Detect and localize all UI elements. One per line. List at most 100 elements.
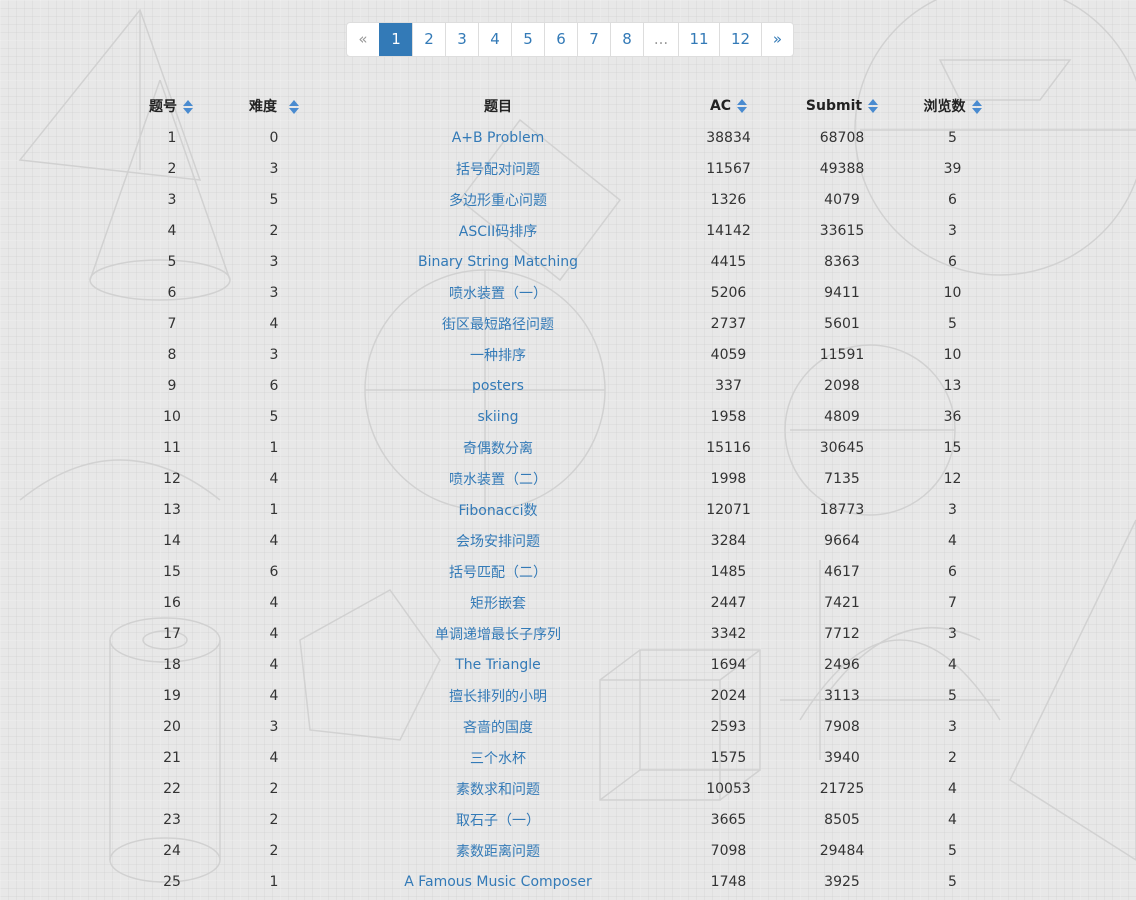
- problem-title-link[interactable]: A Famous Music Composer: [404, 874, 592, 890]
- pagination-page-5[interactable]: 5: [511, 23, 544, 56]
- pagination-page-1[interactable]: 1: [379, 23, 412, 56]
- table-row: 22 2 素数求和问题 10053 21725 4: [121, 773, 1007, 804]
- problem-title-link[interactable]: The Triangle: [455, 657, 540, 673]
- cell-id: 13: [163, 501, 181, 518]
- cell-title: 单调递增最长子序列: [325, 618, 671, 649]
- sort-icon[interactable]: [868, 98, 879, 113]
- table-row: 9 6 posters 337 2098 13: [121, 370, 1007, 401]
- cell-difficulty: 0: [269, 129, 279, 146]
- sort-icon[interactable]: [737, 98, 748, 113]
- cell-submit: 3113: [824, 687, 860, 704]
- cell-submit: 21725: [819, 780, 865, 797]
- problem-title-link[interactable]: 单调递增最长子序列: [435, 627, 561, 643]
- cell-ac: 12071: [706, 501, 751, 518]
- pagination-page-3[interactable]: 3: [445, 23, 478, 56]
- pagination-page-4[interactable]: 4: [478, 23, 511, 56]
- cell-submit: 29484: [819, 842, 865, 859]
- cell-difficulty: 4: [269, 687, 279, 704]
- problem-title-link[interactable]: 三个水杯: [470, 751, 526, 767]
- cell-difficulty: 2: [269, 811, 279, 828]
- cell-difficulty: 5: [269, 191, 279, 208]
- table-row: 11 1 奇偶数分离 15116 30645 15: [121, 432, 1007, 463]
- cell-ac: 2447: [710, 594, 747, 611]
- cell-submit: 5601: [824, 315, 860, 332]
- header-ac-label: AC: [709, 97, 732, 114]
- table-row: 12 4 喷水装置（二） 1998 7135 12: [121, 463, 1007, 494]
- problem-title-link[interactable]: 一种排序: [470, 348, 526, 364]
- table-body: 1 0 A+B Problem 38834 68708 5 2 3 括号配对问题 11567 493…: [121, 122, 1007, 897]
- cell-title: A+B Problem: [325, 122, 671, 153]
- header-title: 题目: [325, 89, 671, 122]
- pagination-page-11[interactable]: 11: [678, 23, 719, 56]
- cell-ac: 2024: [710, 687, 747, 704]
- problem-title-link[interactable]: 括号匹配（二）: [449, 565, 547, 581]
- pagination: « 1 2 3 4 5 6 7 8 ... 11 12 »: [346, 22, 794, 57]
- cell-submit: 4617: [824, 563, 860, 580]
- sort-icon[interactable]: [289, 99, 299, 114]
- problem-title-link[interactable]: 吝啬的国度: [463, 720, 533, 736]
- table-row: 21 4 三个水杯 1575 3940 2: [121, 742, 1007, 773]
- table-row: 23 2 取石子（一） 3665 8505 4: [121, 804, 1007, 835]
- problem-title-link[interactable]: 多边形重心问题: [449, 193, 547, 209]
- cell-id: 19: [163, 687, 181, 704]
- pagination-page-12[interactable]: 12: [719, 23, 761, 56]
- table-row: 5 3 Binary String Matching 4415 8363 6: [121, 246, 1007, 277]
- cell-ac: 1998: [710, 470, 747, 487]
- sort-icon[interactable]: [183, 99, 193, 114]
- cell-submit: 2496: [824, 656, 860, 673]
- cell-title: 素数距离问题: [325, 835, 671, 866]
- cell-title: A Famous Music Composer: [325, 866, 671, 897]
- header-difficulty-label: 难度: [249, 98, 277, 115]
- problem-title-link[interactable]: posters: [472, 378, 524, 394]
- table-row: 14 4 会场安排问题 3284 9664 4: [121, 525, 1007, 556]
- table-header-row: 题号 难度 题目 AC Submit 浏览数: [121, 89, 1007, 122]
- cell-title: 一种排序: [325, 339, 671, 370]
- cell-difficulty: 4: [269, 625, 279, 642]
- cell-views: 3: [948, 222, 957, 239]
- pagination-page-6[interactable]: 6: [544, 23, 577, 56]
- problem-title-link[interactable]: 喷水装置（二）: [449, 472, 547, 488]
- problem-title-link[interactable]: 取石子（一）: [456, 813, 540, 829]
- cell-ac: 11567: [706, 160, 751, 177]
- pagination-page-7[interactable]: 7: [577, 23, 610, 56]
- problem-title-link[interactable]: ASCII码排序: [459, 224, 538, 240]
- cell-ac: 14142: [706, 222, 751, 239]
- header-views: 浏览数: [898, 89, 1007, 122]
- problem-title-link[interactable]: 素数距离问题: [456, 844, 540, 860]
- cell-id: 7: [167, 315, 177, 332]
- header-submit-label: Submit: [805, 97, 863, 114]
- problem-title-link[interactable]: 喷水装置（一）: [449, 286, 547, 302]
- problem-title-link[interactable]: 素数求和问题: [456, 782, 540, 798]
- cell-title: 街区最短路径问题: [325, 308, 671, 339]
- problem-title-link[interactable]: 括号配对问题: [456, 162, 540, 178]
- pagination-prev[interactable]: «: [347, 23, 379, 56]
- problem-title-link[interactable]: 矩形嵌套: [470, 596, 526, 612]
- cell-difficulty: 3: [269, 160, 279, 177]
- cell-id: 14: [163, 532, 181, 549]
- cell-submit: 49388: [819, 160, 865, 177]
- cell-submit: 8363: [824, 253, 860, 270]
- pagination-next[interactable]: »: [761, 23, 793, 56]
- problem-title-link[interactable]: skiing: [478, 409, 519, 425]
- cell-difficulty: 4: [269, 594, 279, 611]
- problem-title-link[interactable]: Binary String Matching: [418, 254, 578, 270]
- cell-ac: 337: [715, 377, 742, 394]
- cell-views: 5: [948, 873, 957, 890]
- pagination-page-8[interactable]: 8: [610, 23, 643, 56]
- cell-difficulty: 4: [269, 470, 279, 487]
- cell-title: 喷水装置（二）: [325, 463, 671, 494]
- cell-id: 16: [163, 594, 181, 611]
- cell-id: 25: [163, 873, 181, 890]
- sort-icon[interactable]: [971, 99, 982, 114]
- problem-title-link[interactable]: 会场安排问题: [456, 534, 540, 550]
- problem-title-link[interactable]: 奇偶数分离: [463, 441, 533, 457]
- cell-views: 13: [943, 377, 962, 394]
- problem-title-link[interactable]: 擅长排列的小明: [449, 689, 547, 705]
- problem-title-link[interactable]: 街区最短路径问题: [442, 317, 554, 333]
- problem-title-link[interactable]: A+B Problem: [452, 130, 545, 146]
- pagination-page-2[interactable]: 2: [412, 23, 445, 56]
- problem-title-link[interactable]: Fibonacci数: [458, 503, 537, 519]
- cell-submit: 7421: [824, 594, 860, 611]
- cell-submit: 33615: [819, 222, 865, 239]
- cell-title: ASCII码排序: [325, 215, 671, 246]
